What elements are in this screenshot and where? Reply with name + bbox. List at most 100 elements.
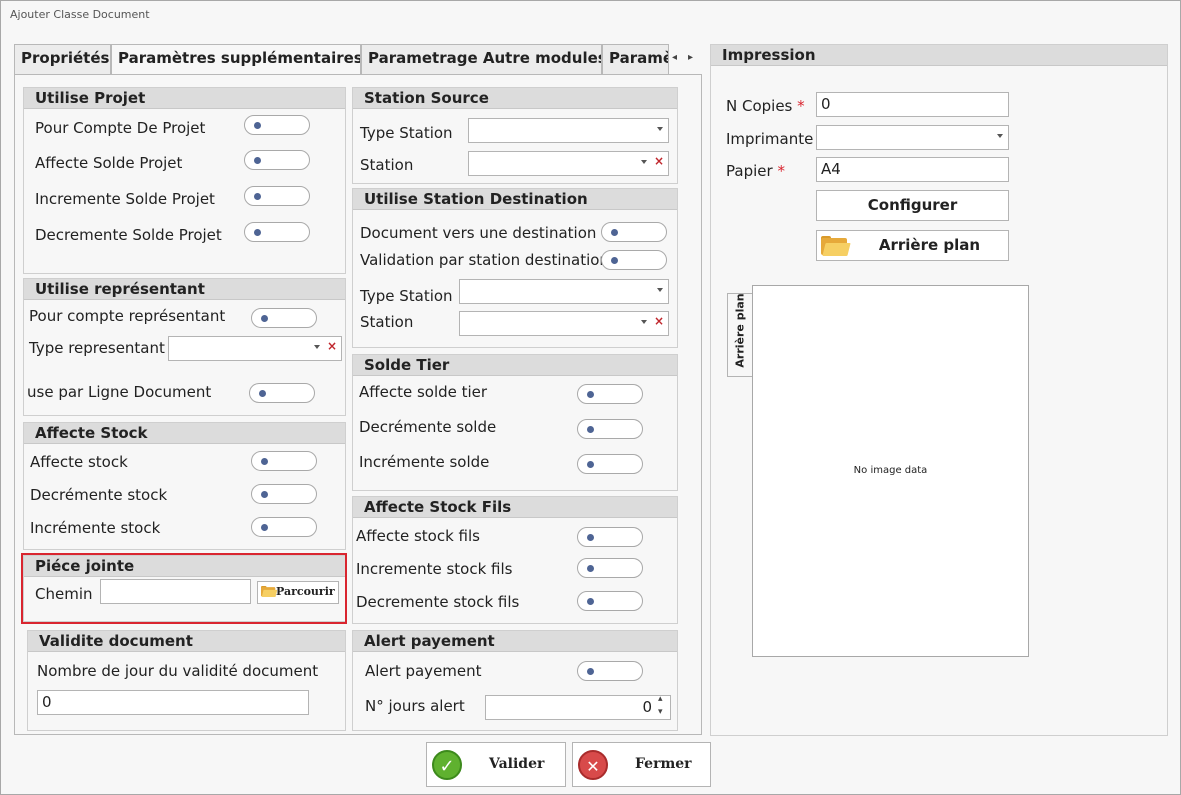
arriere-plan-vertical-tab[interactable]: Arrière plan [727,293,753,377]
toggle-knob [254,122,261,129]
toggle-label: Document vers une destination [360,224,597,242]
dropdown-arrow-icon[interactable] [641,160,647,164]
clear-icon[interactable]: × [654,314,664,328]
tab-scroll-left-icon[interactable]: ◂ [672,52,677,63]
group-title: Solde Tier [353,355,677,376]
pour-compte-projet-toggle[interactable] [244,115,310,135]
copies-label: N Copies * [726,97,805,115]
field-label: Type Station [360,124,453,142]
dropdown-arrow-icon[interactable] [657,127,663,131]
field-label: Station [360,313,414,331]
toggle-knob [611,229,618,236]
affecte-stock-toggle[interactable] [251,451,317,471]
toggle-knob [261,524,268,531]
tab-scroll-right-icon[interactable]: ▸ [688,52,693,63]
toggle-knob [254,157,261,164]
group-title: Affecte Stock [24,423,345,444]
dropdown-arrow-icon[interactable] [314,345,320,349]
imprimante-label: Imprimante [726,130,814,148]
valider-button[interactable]: ✓ Valider [426,742,566,787]
clear-icon[interactable]: × [654,154,664,168]
tab-proprietes[interactable]: Propriétés [14,44,111,74]
group-title: Station Source [353,88,677,109]
source-type-station-combo[interactable] [468,118,669,143]
toggle-label: Incremente stock fils [356,560,513,578]
toggle-label: Decrémente solde [359,418,497,436]
arriere-plan-button-label: Arrière plan [878,236,981,254]
group-affecte-stock-fils: Affecte Stock Fils Affecte stock fils In… [352,496,678,624]
toggle-knob [587,391,594,398]
group-alert-payement: Alert payement Alert payement N° jours a… [352,630,678,731]
toggle-knob [254,229,261,236]
copies-input[interactable]: 0 [816,92,1009,117]
toggle-knob [587,668,594,675]
toggle-label: use par Ligne Document [27,383,212,401]
fermer-button[interactable]: ✕ Fermer [572,742,711,787]
source-station-combo[interactable]: × [468,151,669,176]
background-image-preview[interactable]: No image data [752,285,1029,657]
type-representant-combo[interactable]: × [168,336,342,361]
tab-parametres-supplementaires[interactable]: Paramètres supplémentaires [111,44,361,75]
group-station-destination: Utilise Station Destination Document ver… [352,188,678,348]
folder-icon [821,236,851,256]
group-validite-document: Validite document Nombre de jour du vali… [27,630,346,731]
affecte-solde-projet-toggle[interactable] [244,150,310,170]
tab-parametrage-autre-modules[interactable]: Parametrage Autre modules [361,44,602,74]
affecte-stock-fils-toggle[interactable] [577,527,643,547]
fermer-label: Fermer [635,756,692,772]
toggle-label: Pour Compte De Projet [35,119,206,137]
destination-station-combo[interactable]: × [459,311,669,336]
toggle-knob [587,426,594,433]
group-title: Affecte Stock Fils [353,497,677,518]
destination-type-station-combo[interactable] [459,279,669,304]
decremente-solde-projet-toggle[interactable] [244,222,310,242]
dropdown-arrow-icon[interactable] [641,320,647,324]
toggle-knob [254,193,261,200]
incremente-solde-projet-toggle[interactable] [244,186,310,206]
decremente-solde-toggle[interactable] [577,419,643,439]
group-utilise-projet: Utilise Projet Pour Compte De Projet Aff… [23,87,346,274]
alert-payement-toggle[interactable] [577,661,643,681]
doc-destination-toggle[interactable] [601,222,667,242]
tab-parametres-overflow[interactable]: Paramè [602,44,669,74]
configurer-button[interactable]: Configurer [816,190,1009,221]
dropdown-arrow-icon[interactable] [997,134,1003,138]
toggle-label: Affecte stock [30,453,128,471]
check-icon: ✓ [432,750,462,780]
group-title: Validite document [28,631,345,652]
incremente-solde-toggle[interactable] [577,454,643,474]
papier-input[interactable]: A4 [816,157,1009,182]
toggle-label: Alert payement [365,662,482,680]
group-title: Alert payement [353,631,677,652]
valider-label: Valider [489,756,545,772]
incremente-stock-toggle[interactable] [251,517,317,537]
toggle-knob [587,534,594,541]
ligne-document-toggle[interactable] [249,383,315,403]
arriere-plan-button[interactable]: Arrière plan [816,230,1009,261]
toggle-knob [261,315,268,322]
no-image-text: No image data [853,465,928,476]
jours-alert-spinner[interactable]: 0 [485,695,671,720]
toggle-label: Affecte Solde Projet [35,154,183,172]
field-label: Type representant [29,339,165,357]
decremente-stock-toggle[interactable] [251,484,317,504]
spin-down-icon[interactable]: ▾ [658,707,663,717]
pour-compte-representant-toggle[interactable] [251,308,317,328]
toggle-knob [259,390,266,397]
toggle-label: Decremente stock fils [356,593,520,611]
toggle-label: Affecte solde tier [359,383,488,401]
clear-icon[interactable]: × [327,339,337,353]
field-label: Type Station [360,287,453,305]
validite-jours-input[interactable]: 0 [37,690,309,715]
incremente-stock-fils-toggle[interactable] [577,558,643,578]
spin-up-icon[interactable]: ▴ [658,694,663,704]
imprimante-combo[interactable] [816,125,1009,150]
toggle-knob [261,458,268,465]
validation-destination-toggle[interactable] [601,250,667,270]
toggle-label: Validation par station destination [360,251,609,269]
dropdown-arrow-icon[interactable] [657,288,663,292]
decremente-stock-fils-toggle[interactable] [577,591,643,611]
field-label: Nombre de jour du validité document [37,662,319,680]
affecte-solde-tier-toggle[interactable] [577,384,643,404]
arriere-plan-tab-label: Arrière plan [733,293,747,368]
